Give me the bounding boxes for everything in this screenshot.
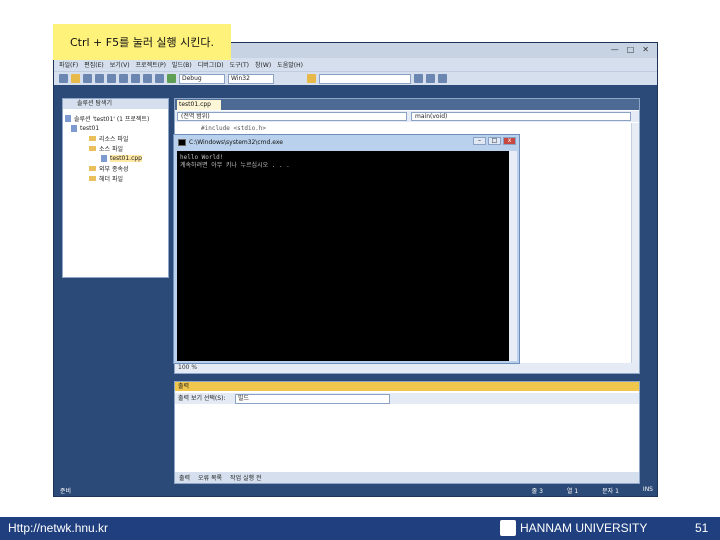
solution-explorer-title: 솔루션 탐색기 xyxy=(63,99,168,109)
tab-error-list[interactable]: 오류 목록 xyxy=(198,473,222,482)
standard-toolbar: Debug Win32 xyxy=(54,71,657,85)
output-source-label: 출력 보기 선택(S): xyxy=(178,395,226,402)
toolbox-icon[interactable] xyxy=(438,74,447,83)
console-window[interactable]: C:\Windows\system32\cmd.exe – □ x hello … xyxy=(173,134,520,364)
tab-output[interactable]: 출력 xyxy=(179,473,190,482)
page-number: 51 xyxy=(695,521,709,535)
platform-select[interactable]: Win32 xyxy=(228,73,274,84)
tree-item-external-deps[interactable]: 외부 종속성 xyxy=(65,163,166,173)
status-ready: 준비 xyxy=(60,487,72,495)
open-folder-icon[interactable] xyxy=(71,74,80,83)
folder-icon xyxy=(89,135,96,141)
maximize-button[interactable]: □ xyxy=(627,45,635,54)
tree-item-resource-files[interactable]: 리소스 파일 xyxy=(65,133,166,143)
console-maximize-button[interactable]: □ xyxy=(488,137,501,145)
close-button[interactable]: ✕ xyxy=(642,45,649,54)
console-line: hello World! xyxy=(180,154,224,161)
editor-tab-strip: test01.cpp xyxy=(175,99,639,110)
scope-select[interactable]: (전역 범위) xyxy=(177,112,407,121)
properties-icon[interactable] xyxy=(426,74,435,83)
menu-build[interactable]: 빌드(B) xyxy=(172,60,192,69)
slide: — □ ✕ 파일(F) 편집(E) 보기(V) 프로젝트(P) 빌드(B) 디버… xyxy=(0,0,720,540)
code-line: #include <stdio.h> xyxy=(201,125,267,132)
cut-icon[interactable] xyxy=(107,74,116,83)
folder-icon xyxy=(89,175,96,181)
cpp-file-icon xyxy=(101,154,107,162)
menu-project[interactable]: 프로젝트(P) xyxy=(136,60,166,69)
console-title: C:\Windows\system32\cmd.exe xyxy=(189,138,283,146)
slide-footer: Http://netwk.hnu.kr HANNAM UNIVERSITY 51 xyxy=(0,517,720,540)
menu-window[interactable]: 창(W) xyxy=(255,60,271,69)
console-line: 계속하려면 아무 키나 누르십시오 . . . xyxy=(180,162,290,169)
console-scrollbar[interactable] xyxy=(509,151,517,361)
tree-item-test01-cpp[interactable]: test01.cpp xyxy=(65,153,166,163)
console-title-bar: C:\Windows\system32\cmd.exe xyxy=(174,135,519,149)
save-all-icon[interactable] xyxy=(95,74,104,83)
tree-item-solution[interactable]: 솔루션 'test01' (1 프로젝트) xyxy=(65,113,166,123)
project-icon xyxy=(71,124,77,132)
tree-item-header-files[interactable]: 헤더 파일 xyxy=(65,173,166,183)
output-tabs: 출력 오류 목록 작업 실행 전 xyxy=(175,472,639,483)
console-window-controls: – □ x xyxy=(473,137,516,145)
tree-item-project[interactable]: test01 xyxy=(65,123,166,133)
output-title: 출력 xyxy=(175,382,639,391)
folder-icon xyxy=(89,165,96,171)
console-output: hello World! 계속하려면 아무 키나 누르십시오 . . . xyxy=(177,151,509,361)
tree-item-source-files[interactable]: 소스 파일 xyxy=(65,143,166,153)
paste-icon[interactable] xyxy=(131,74,140,83)
find-icon[interactable] xyxy=(307,74,316,83)
redo-icon[interactable] xyxy=(155,74,164,83)
instruction-note: Ctrl + F5를 눌러 실행 시킨다. xyxy=(53,24,231,60)
menu-edit[interactable]: 편집(E) xyxy=(84,60,104,69)
status-char: 문자 1 xyxy=(602,487,619,495)
configuration-select[interactable]: Debug xyxy=(179,73,225,84)
copy-icon[interactable] xyxy=(119,74,128,83)
solution-explorer-panel: 솔루션 탐색기 솔루션 'test01' (1 프로젝트) test01 리소스… xyxy=(62,98,169,278)
console-icon xyxy=(178,138,186,146)
function-select[interactable]: main(void) xyxy=(411,112,631,121)
start-debug-icon[interactable] xyxy=(167,74,176,83)
find-combo[interactable] xyxy=(319,73,411,84)
editor-navigation-bar: (전역 범위) main(void) xyxy=(175,111,639,122)
solution-explorer-icon[interactable] xyxy=(414,74,423,83)
menu-debug[interactable]: 디버그(D) xyxy=(198,60,224,69)
save-icon[interactable] xyxy=(83,74,92,83)
output-source-select[interactable]: 빌드 xyxy=(235,394,390,404)
editor-scrollbar[interactable] xyxy=(631,123,639,363)
output-panel: 출력 출력 보기 선택(S): 빌드 출력 오류 목록 작업 실행 전 xyxy=(174,381,640,484)
new-project-icon[interactable] xyxy=(59,74,68,83)
menu-file[interactable]: 파일(F) xyxy=(59,60,78,69)
status-col: 열 1 xyxy=(566,487,579,495)
university-logo-icon xyxy=(500,520,516,536)
caret-position: 줄 3 열 1 문자 1 INS xyxy=(532,486,653,495)
zoom-level[interactable]: 100 % xyxy=(175,363,639,373)
undo-icon[interactable] xyxy=(143,74,152,83)
footer-url: Http://netwk.hnu.kr xyxy=(8,521,109,535)
console-close-button[interactable]: x xyxy=(503,137,516,145)
menu-tools[interactable]: 도구(T) xyxy=(230,60,249,69)
folder-icon xyxy=(89,145,96,151)
tab-task-list[interactable]: 작업 실행 전 xyxy=(230,473,261,482)
menu-view[interactable]: 보기(V) xyxy=(110,60,130,69)
output-source-bar: 출력 보기 선택(S): 빌드 xyxy=(175,393,639,404)
window-controls: — □ ✕ xyxy=(611,45,649,54)
tab-test01-cpp[interactable]: test01.cpp xyxy=(177,100,221,110)
solution-icon xyxy=(65,114,71,122)
menu-help[interactable]: 도움말(H) xyxy=(277,60,303,69)
footer-university: HANNAM UNIVERSITY xyxy=(520,521,648,535)
status-mode: INS xyxy=(642,485,653,493)
console-minimize-button[interactable]: – xyxy=(473,137,486,145)
solution-tree: 솔루션 'test01' (1 프로젝트) test01 리소스 파일 소스 파… xyxy=(63,109,168,187)
minimize-button[interactable]: — xyxy=(611,45,619,54)
status-line: 줄 3 xyxy=(531,487,543,495)
status-bar: 준비 줄 3 열 1 문자 1 INS xyxy=(54,484,657,496)
